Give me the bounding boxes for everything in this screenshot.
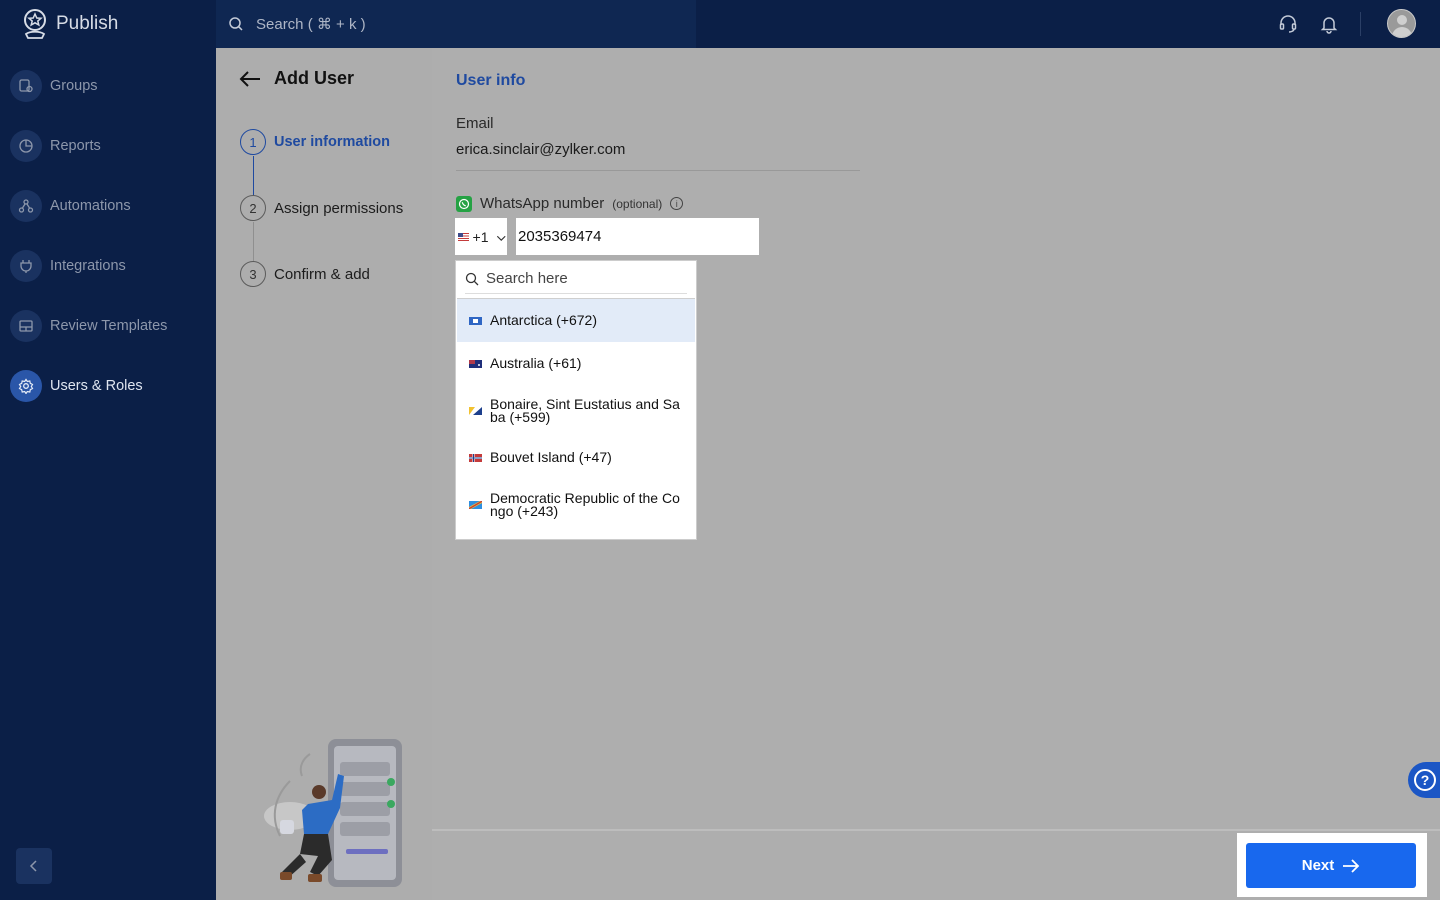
sidebar-item-label: Groups	[50, 78, 98, 94]
step-confirm-add[interactable]: 3 Confirm & add	[240, 261, 370, 287]
australia-flag-icon	[469, 359, 482, 368]
info-icon[interactable]: i	[670, 197, 684, 210]
whatsapp-label-row: WhatsApp number (optional) i	[456, 195, 684, 212]
top-bar: Publish Search ( ⌘ + k )	[0, 0, 1440, 48]
country-dropdown: Antarctica (+672) Australia (+61) Bonair…	[455, 260, 697, 540]
search-icon	[229, 17, 243, 31]
country-option-bouvet-island[interactable]: Bouvet Island (+47)	[457, 436, 695, 479]
sidebar-item-label: Reports	[50, 138, 101, 154]
bonaire-flag-icon	[469, 406, 482, 415]
country-option-label: Democratic Republic of the Congo (+243)	[490, 489, 680, 519]
search-icon	[465, 272, 479, 285]
support-headset-icon[interactable]	[1276, 12, 1300, 36]
country-option-label: Antarctica (+672)	[490, 312, 597, 328]
footer-divider	[432, 829, 1440, 831]
next-button-container: Next	[1237, 833, 1427, 897]
step-number: 3	[240, 261, 266, 287]
notification-bell-icon[interactable]	[1317, 12, 1341, 36]
country-search[interactable]	[465, 264, 687, 294]
country-list: Antarctica (+672) Australia (+61) Bonair…	[457, 299, 695, 530]
wizard-steps-panel: Add User 1 User information 2 Assign per…	[216, 48, 432, 900]
section-title: User info	[456, 72, 526, 89]
country-option-label: Bouvet Island (+47)	[490, 449, 612, 465]
sidebar-item-review-templates[interactable]: Review Templates	[10, 310, 167, 342]
dr-congo-flag-icon	[469, 500, 482, 509]
email-underline	[456, 170, 860, 171]
whatsapp-icon	[456, 195, 472, 212]
sidebar-item-label: Automations	[50, 198, 131, 214]
email-label: Email	[456, 115, 494, 132]
step-connector	[253, 222, 254, 262]
next-button-label: Next	[1301, 857, 1335, 874]
top-bar-divider	[1360, 12, 1361, 36]
next-button[interactable]: Next	[1246, 843, 1416, 888]
antarctica-flag-icon	[469, 316, 482, 325]
whatsapp-label: WhatsApp number	[480, 195, 605, 212]
publish-logo-icon	[24, 9, 46, 39]
arrow-right-icon	[1343, 858, 1360, 873]
global-search[interactable]: Search ( ⌘ + k )	[216, 0, 696, 48]
step-assign-permissions[interactable]: 2 Assign permissions	[240, 195, 403, 221]
help-button[interactable]: ?	[1408, 762, 1440, 798]
reports-icon	[10, 130, 42, 162]
step-number: 2	[240, 195, 266, 221]
whatsapp-optional-hint: (optional)	[612, 196, 663, 211]
sidebar-item-reports[interactable]: Reports	[10, 130, 101, 162]
page-title: Add User	[274, 68, 355, 88]
sidebar-item-users-roles[interactable]: Users & Roles	[10, 370, 143, 402]
app-logo[interactable]: Publish	[22, 8, 118, 40]
automations-icon	[10, 190, 42, 222]
country-code-select[interactable]: +1	[455, 218, 507, 255]
user-avatar[interactable]	[1387, 9, 1416, 38]
chevron-down-icon	[497, 235, 507, 241]
country-option-australia[interactable]: Australia (+61)	[457, 342, 695, 385]
sidebar-item-groups[interactable]: Groups	[10, 70, 98, 102]
collapse-sidebar-button[interactable]	[16, 848, 52, 884]
country-option-bonaire[interactable]: Bonaire, Sint Eustatius and Saba (+599)	[457, 385, 695, 436]
step-user-information[interactable]: 1 User information	[240, 129, 390, 155]
country-option-label: Bonaire, Sint Eustatius and Saba (+599)	[490, 395, 680, 425]
chevron-left-icon	[29, 860, 37, 872]
sidebar: Groups Reports Automations Integrations …	[0, 48, 216, 900]
sidebar-item-label: Users & Roles	[50, 378, 143, 394]
sidebar-item-integrations[interactable]: Integrations	[10, 250, 126, 282]
main-content: User info Email erica.sinclair@zylker.co…	[432, 48, 1440, 900]
sidebar-item-automations[interactable]: Automations	[10, 190, 131, 222]
step-number: 1	[240, 129, 266, 155]
phone-number-input[interactable]	[516, 218, 759, 255]
sidebar-item-label: Review Templates	[50, 318, 168, 334]
review-templates-icon	[10, 310, 42, 342]
step-label: Assign permissions	[274, 199, 404, 217]
country-code-value: +1	[472, 228, 489, 245]
email-value: erica.sinclair@zylker.com	[456, 141, 626, 158]
sidebar-item-label: Integrations	[50, 258, 126, 274]
back-arrow-icon[interactable]	[238, 69, 262, 89]
step-label: Confirm & add	[274, 265, 370, 283]
app-name: Publish	[56, 13, 119, 34]
country-option-dr-congo[interactable]: Democratic Republic of the Congo (+243)	[457, 479, 695, 530]
country-option-antarctica[interactable]: Antarctica (+672)	[457, 299, 695, 342]
bouvet-island-flag-icon	[469, 453, 482, 462]
help-icon: ?	[1414, 769, 1436, 791]
country-option-label: Australia (+61)	[490, 355, 582, 371]
step-label: User information	[274, 134, 391, 150]
search-placeholder: Search ( ⌘ + k )	[256, 16, 366, 33]
integrations-icon	[10, 250, 42, 282]
add-user-illustration	[264, 739, 402, 887]
groups-icon	[10, 70, 42, 102]
country-search-input[interactable]	[486, 270, 676, 287]
us-flag-icon	[458, 232, 469, 241]
users-roles-icon	[10, 370, 42, 402]
back-header: Add User	[238, 68, 354, 89]
